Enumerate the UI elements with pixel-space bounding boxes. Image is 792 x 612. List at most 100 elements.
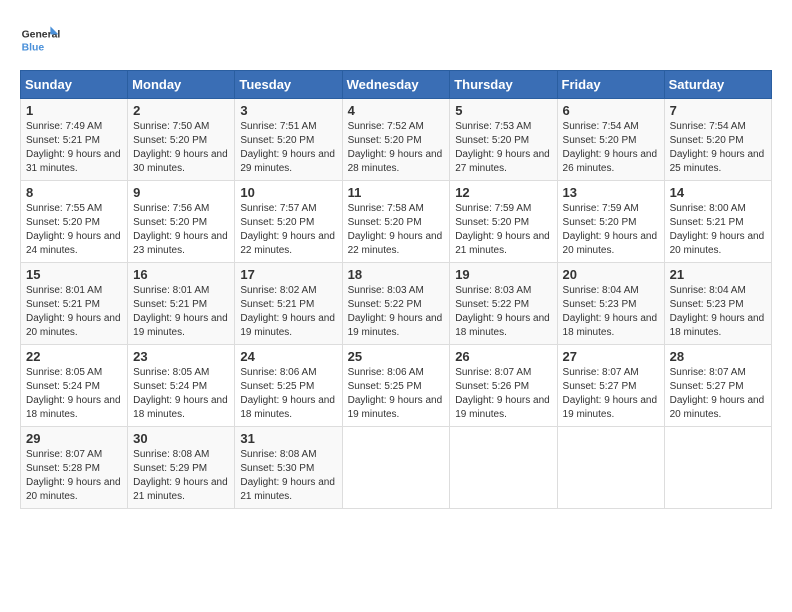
day-number: 18 [348, 267, 445, 282]
day-number: 21 [670, 267, 766, 282]
day-info: Sunrise: 7:53 AM Sunset: 5:20 PM Dayligh… [455, 120, 551, 176]
day-number: 30 [133, 431, 229, 446]
day-info: Sunrise: 7:56 AM Sunset: 5:20 PM Dayligh… [133, 202, 229, 258]
day-info: Sunrise: 8:07 AM Sunset: 5:27 PM Dayligh… [670, 366, 766, 422]
day-number: 6 [563, 103, 659, 118]
calendar-day-cell: 22 Sunrise: 8:05 AM Sunset: 5:24 PM Dayl… [21, 345, 128, 427]
day-info: Sunrise: 7:50 AM Sunset: 5:20 PM Dayligh… [133, 120, 229, 176]
calendar-day-cell: 21 Sunrise: 8:04 AM Sunset: 5:23 PM Dayl… [664, 263, 771, 345]
calendar-week-row: 1 Sunrise: 7:49 AM Sunset: 5:21 PM Dayli… [21, 99, 772, 181]
day-number: 26 [455, 349, 551, 364]
day-info: Sunrise: 7:59 AM Sunset: 5:20 PM Dayligh… [563, 202, 659, 258]
calendar-day-cell: 25 Sunrise: 8:06 AM Sunset: 5:25 PM Dayl… [342, 345, 450, 427]
calendar-week-row: 15 Sunrise: 8:01 AM Sunset: 5:21 PM Dayl… [21, 263, 772, 345]
day-number: 12 [455, 185, 551, 200]
day-number: 2 [133, 103, 229, 118]
calendar-week-row: 22 Sunrise: 8:05 AM Sunset: 5:24 PM Dayl… [21, 345, 772, 427]
calendar-day-cell: 17 Sunrise: 8:02 AM Sunset: 5:21 PM Dayl… [235, 263, 342, 345]
day-number: 10 [240, 185, 336, 200]
day-info: Sunrise: 8:04 AM Sunset: 5:23 PM Dayligh… [563, 284, 659, 340]
weekday-header: Friday [557, 71, 664, 99]
calendar-day-cell: 26 Sunrise: 8:07 AM Sunset: 5:26 PM Dayl… [450, 345, 557, 427]
calendar-day-cell: 5 Sunrise: 7:53 AM Sunset: 5:20 PM Dayli… [450, 99, 557, 181]
calendar-week-row: 29 Sunrise: 8:07 AM Sunset: 5:28 PM Dayl… [21, 427, 772, 509]
day-info: Sunrise: 7:55 AM Sunset: 5:20 PM Dayligh… [26, 202, 122, 258]
calendar-day-cell: 23 Sunrise: 8:05 AM Sunset: 5:24 PM Dayl… [128, 345, 235, 427]
weekday-header: Thursday [450, 71, 557, 99]
day-info: Sunrise: 8:08 AM Sunset: 5:29 PM Dayligh… [133, 448, 229, 504]
calendar-day-cell: 30 Sunrise: 8:08 AM Sunset: 5:29 PM Dayl… [128, 427, 235, 509]
calendar-day-cell: 11 Sunrise: 7:58 AM Sunset: 5:20 PM Dayl… [342, 181, 450, 263]
day-info: Sunrise: 8:05 AM Sunset: 5:24 PM Dayligh… [26, 366, 122, 422]
day-info: Sunrise: 7:54 AM Sunset: 5:20 PM Dayligh… [670, 120, 766, 176]
calendar-day-cell: 15 Sunrise: 8:01 AM Sunset: 5:21 PM Dayl… [21, 263, 128, 345]
calendar-day-cell [342, 427, 450, 509]
calendar-day-cell: 27 Sunrise: 8:07 AM Sunset: 5:27 PM Dayl… [557, 345, 664, 427]
day-number: 3 [240, 103, 336, 118]
day-number: 9 [133, 185, 229, 200]
day-info: Sunrise: 8:04 AM Sunset: 5:23 PM Dayligh… [670, 284, 766, 340]
weekday-header: Monday [128, 71, 235, 99]
calendar-day-cell: 20 Sunrise: 8:04 AM Sunset: 5:23 PM Dayl… [557, 263, 664, 345]
weekday-header: Wednesday [342, 71, 450, 99]
calendar-header: SundayMondayTuesdayWednesdayThursdayFrid… [21, 71, 772, 99]
calendar-day-cell: 8 Sunrise: 7:55 AM Sunset: 5:20 PM Dayli… [21, 181, 128, 263]
day-info: Sunrise: 7:49 AM Sunset: 5:21 PM Dayligh… [26, 120, 122, 176]
day-info: Sunrise: 7:51 AM Sunset: 5:20 PM Dayligh… [240, 120, 336, 176]
calendar-day-cell: 19 Sunrise: 8:03 AM Sunset: 5:22 PM Dayl… [450, 263, 557, 345]
day-number: 25 [348, 349, 445, 364]
calendar-day-cell: 31 Sunrise: 8:08 AM Sunset: 5:30 PM Dayl… [235, 427, 342, 509]
day-number: 8 [26, 185, 122, 200]
calendar-day-cell [557, 427, 664, 509]
calendar-day-cell: 12 Sunrise: 7:59 AM Sunset: 5:20 PM Dayl… [450, 181, 557, 263]
calendar-day-cell: 9 Sunrise: 7:56 AM Sunset: 5:20 PM Dayli… [128, 181, 235, 263]
day-number: 14 [670, 185, 766, 200]
day-number: 27 [563, 349, 659, 364]
calendar-day-cell [664, 427, 771, 509]
day-number: 22 [26, 349, 122, 364]
day-info: Sunrise: 7:57 AM Sunset: 5:20 PM Dayligh… [240, 202, 336, 258]
calendar-day-cell: 29 Sunrise: 8:07 AM Sunset: 5:28 PM Dayl… [21, 427, 128, 509]
day-number: 7 [670, 103, 766, 118]
calendar-day-cell: 1 Sunrise: 7:49 AM Sunset: 5:21 PM Dayli… [21, 99, 128, 181]
logo-icon: General Blue [20, 20, 60, 60]
day-info: Sunrise: 8:05 AM Sunset: 5:24 PM Dayligh… [133, 366, 229, 422]
day-info: Sunrise: 8:03 AM Sunset: 5:22 PM Dayligh… [455, 284, 551, 340]
day-number: 31 [240, 431, 336, 446]
calendar-day-cell: 18 Sunrise: 8:03 AM Sunset: 5:22 PM Dayl… [342, 263, 450, 345]
day-info: Sunrise: 8:06 AM Sunset: 5:25 PM Dayligh… [240, 366, 336, 422]
calendar-day-cell: 16 Sunrise: 8:01 AM Sunset: 5:21 PM Dayl… [128, 263, 235, 345]
day-number: 11 [348, 185, 445, 200]
calendar-day-cell: 13 Sunrise: 7:59 AM Sunset: 5:20 PM Dayl… [557, 181, 664, 263]
page-header: General Blue [20, 20, 772, 60]
day-info: Sunrise: 8:01 AM Sunset: 5:21 PM Dayligh… [26, 284, 122, 340]
calendar-day-cell: 2 Sunrise: 7:50 AM Sunset: 5:20 PM Dayli… [128, 99, 235, 181]
day-number: 19 [455, 267, 551, 282]
calendar-day-cell: 10 Sunrise: 7:57 AM Sunset: 5:20 PM Dayl… [235, 181, 342, 263]
day-number: 17 [240, 267, 336, 282]
day-number: 1 [26, 103, 122, 118]
day-info: Sunrise: 8:01 AM Sunset: 5:21 PM Dayligh… [133, 284, 229, 340]
calendar-day-cell: 4 Sunrise: 7:52 AM Sunset: 5:20 PM Dayli… [342, 99, 450, 181]
calendar-day-cell: 24 Sunrise: 8:06 AM Sunset: 5:25 PM Dayl… [235, 345, 342, 427]
day-number: 4 [348, 103, 445, 118]
calendar-day-cell: 14 Sunrise: 8:00 AM Sunset: 5:21 PM Dayl… [664, 181, 771, 263]
weekday-header: Sunday [21, 71, 128, 99]
day-number: 13 [563, 185, 659, 200]
day-number: 16 [133, 267, 229, 282]
weekday-header: Tuesday [235, 71, 342, 99]
calendar-day-cell [450, 427, 557, 509]
day-number: 24 [240, 349, 336, 364]
day-info: Sunrise: 8:06 AM Sunset: 5:25 PM Dayligh… [348, 366, 445, 422]
day-info: Sunrise: 7:52 AM Sunset: 5:20 PM Dayligh… [348, 120, 445, 176]
day-info: Sunrise: 8:03 AM Sunset: 5:22 PM Dayligh… [348, 284, 445, 340]
day-info: Sunrise: 8:07 AM Sunset: 5:28 PM Dayligh… [26, 448, 122, 504]
day-info: Sunrise: 8:00 AM Sunset: 5:21 PM Dayligh… [670, 202, 766, 258]
day-number: 29 [26, 431, 122, 446]
day-number: 20 [563, 267, 659, 282]
day-info: Sunrise: 7:59 AM Sunset: 5:20 PM Dayligh… [455, 202, 551, 258]
calendar-day-cell: 6 Sunrise: 7:54 AM Sunset: 5:20 PM Dayli… [557, 99, 664, 181]
calendar-table: SundayMondayTuesdayWednesdayThursdayFrid… [20, 70, 772, 509]
calendar-week-row: 8 Sunrise: 7:55 AM Sunset: 5:20 PM Dayli… [21, 181, 772, 263]
calendar-day-cell: 28 Sunrise: 8:07 AM Sunset: 5:27 PM Dayl… [664, 345, 771, 427]
